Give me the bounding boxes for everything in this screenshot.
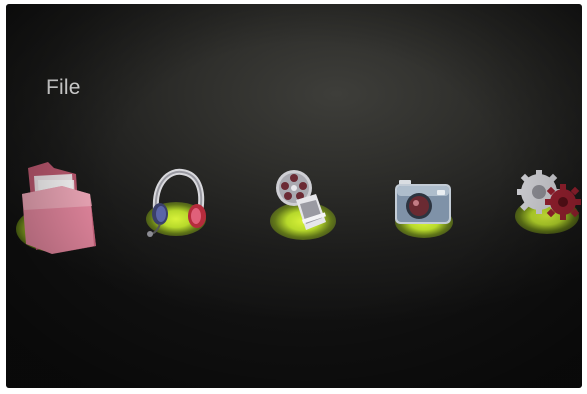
menu-item-photo[interactable] [391,170,457,240]
menu-item-music[interactable] [142,164,212,240]
gear-icon [517,170,581,220]
tv-bezel: File [0,0,587,394]
menu-item-movie[interactable] [266,164,342,242]
folder-icon [22,162,96,254]
menu-title: File [46,76,81,99]
headphones-icon [147,168,206,237]
menu-item-setup[interactable] [511,162,582,236]
menu-item-file[interactable] [14,154,98,256]
camera-icon [395,180,451,224]
media-menu-screen: File [6,4,582,388]
film-reel-icon [276,170,327,230]
